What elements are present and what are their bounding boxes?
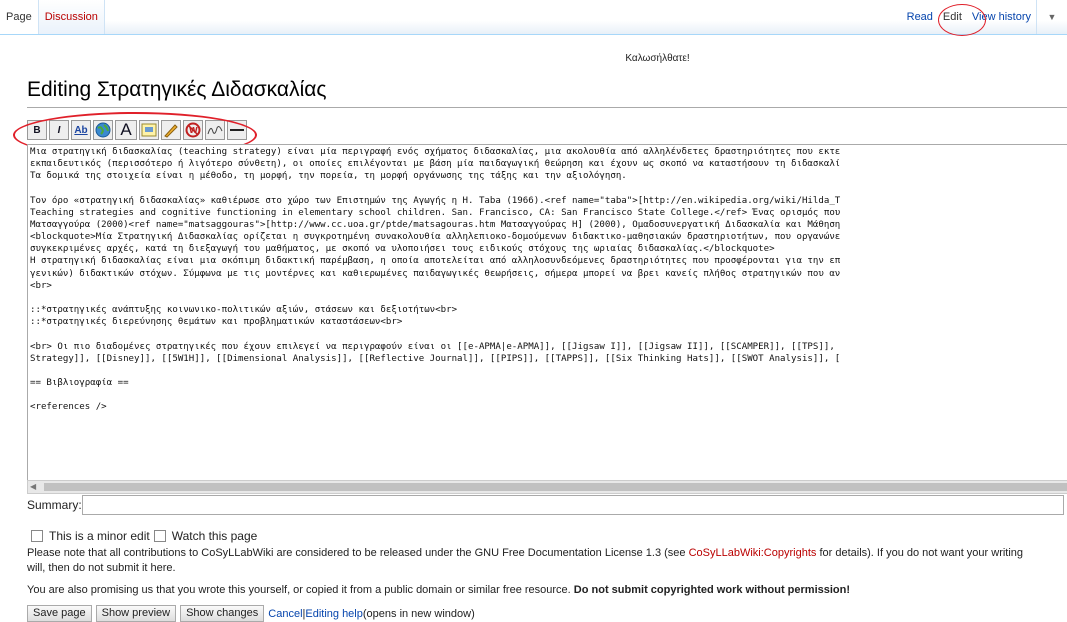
tab-view-history[interactable]: View history (967, 0, 1036, 34)
edit-options: This is a minor edit Watch this page (27, 529, 257, 543)
site-notice: Καλωσήλθατε! (625, 53, 690, 64)
more-menu-dropdown-icon[interactable]: ▼ (1036, 0, 1067, 34)
signature-icon (207, 126, 223, 135)
license-note: Please note that all contributions to Co… (27, 546, 1067, 576)
save-page-button[interactable]: Save page (27, 605, 92, 622)
scroll-left-icon[interactable]: ◀ (30, 481, 36, 493)
watch-page-checkbox[interactable] (153, 530, 166, 542)
no-wiki-button[interactable]: W (183, 120, 203, 140)
external-link-button[interactable] (93, 120, 113, 140)
bold-button[interactable]: B (27, 120, 47, 140)
tab-discussion[interactable]: Discussion (38, 0, 105, 34)
title-divider (27, 107, 1067, 108)
copyright-warning: Do not submit copyrighted work without p… (573, 584, 851, 596)
page-title: Editing Στρατηγικές Διδασκαλίας (27, 78, 327, 101)
license-text-suffix: for details). If you do not want your wr… (816, 547, 1024, 559)
watch-page-label: Watch this page (171, 529, 258, 543)
license-text: Please note that all contributions to Co… (27, 547, 689, 559)
nowiki-icon: W (185, 122, 201, 138)
wikitext-editor[interactable]: Μια στρατηγική διδασκαλίας (teaching str… (27, 144, 1067, 481)
editing-help-link[interactable]: Editing help (305, 608, 363, 620)
tab-page[interactable]: Page (0, 0, 39, 34)
image-icon (141, 123, 157, 137)
edit-toolbar: B I Ab A W (27, 120, 247, 140)
summary-input[interactable] (82, 495, 1064, 515)
minor-edit-label: This is a minor edit (49, 529, 150, 543)
show-preview-button[interactable]: Show preview (95, 605, 177, 622)
tab-edit[interactable]: Edit (938, 0, 967, 34)
tab-read[interactable]: Read (902, 0, 938, 34)
embedded-file-button[interactable] (139, 120, 159, 140)
copyrights-link[interactable]: CoSyLLabWiki:Copyrights (689, 547, 817, 559)
wikitext-content[interactable]: Μια στρατηγική διδασκαλίας (teaching str… (28, 145, 1067, 414)
file-link-button[interactable] (161, 120, 181, 140)
editing-help-suffix: (opens in new window) (362, 607, 475, 620)
cancel-link[interactable]: Cancel (268, 608, 302, 620)
globe-icon (95, 122, 111, 138)
edit-buttons: Save page Show preview Show changes Canc… (27, 605, 475, 622)
minor-edit-checkbox[interactable] (31, 530, 43, 542)
license-text-line2: will, then do not submit it here. (27, 562, 176, 574)
scrollbar-thumb[interactable] (44, 483, 1067, 491)
headline-button[interactable]: A (115, 120, 137, 140)
hr-icon (230, 129, 244, 131)
horizontal-line-button[interactable] (227, 120, 247, 140)
italic-button[interactable]: I (49, 120, 69, 140)
internal-link-button[interactable]: Ab (71, 120, 91, 140)
promise-text: You are also promising us that you wrote… (27, 584, 574, 596)
summary-label: Summary: (27, 498, 82, 512)
pencil-icon (164, 124, 178, 138)
editor-horizontal-scrollbar[interactable]: ◀ (27, 480, 1067, 494)
show-changes-button[interactable]: Show changes (180, 605, 265, 622)
signature-button[interactable] (205, 120, 225, 140)
tab-bar: Page Discussion Read Edit View history ▼ (0, 0, 1067, 35)
promise-note: You are also promising us that you wrote… (27, 583, 1067, 598)
